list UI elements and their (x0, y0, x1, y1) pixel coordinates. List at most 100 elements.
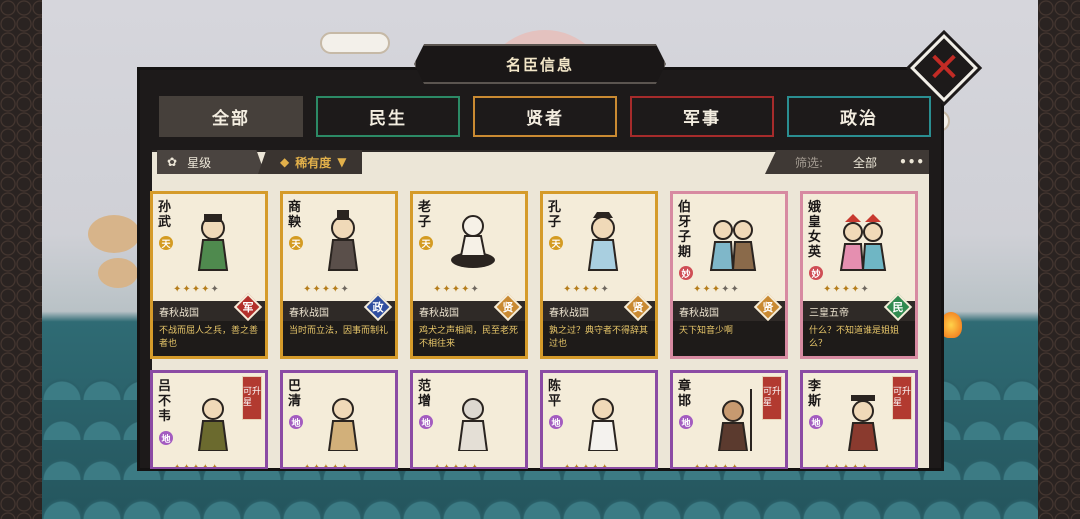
star-rating: ✦✦✦✦✦ (563, 284, 610, 295)
tab-sage[interactable]: 贤者 (473, 96, 617, 137)
star-rating: ✦✦✦✦✦ (303, 284, 350, 295)
rank-badge: 地 (549, 415, 563, 429)
type-label: 贤 (762, 301, 774, 314)
type-badge: 民 (883, 292, 913, 322)
wave-decoration (42, 480, 1038, 519)
tab-politics[interactable]: 政治 (787, 96, 931, 137)
rank-badge: 妙 (809, 266, 823, 280)
tab-livelihood[interactable]: 民生 (316, 96, 460, 137)
rank-badge: 天 (549, 236, 563, 250)
minister-name: 吕不韦 (158, 379, 172, 424)
star-rating: ✦✦✦✦✦ (173, 284, 220, 295)
minister-portrait (451, 215, 495, 268)
minister-name: 李斯 (808, 379, 822, 409)
rank-badge: 天 (159, 236, 173, 250)
rank-badge: 地 (419, 415, 433, 429)
star-rating: ✦✦✦✦✦ (693, 463, 740, 469)
minister-name: 娥皇女英 (808, 200, 822, 260)
type-badge: 贤 (493, 292, 523, 322)
cloud-decoration (320, 32, 390, 54)
minister-portrait (457, 398, 489, 451)
rank-badge: 天 (419, 236, 433, 250)
minister-quote: 不战而屈人之兵，善之善者也 (153, 321, 265, 356)
minister-card[interactable]: 章邯 地 可升星 ✦✦✦✦✦ (670, 370, 788, 469)
caret-down-icon: ▼ (337, 155, 347, 169)
type-badge: 贤 (753, 292, 783, 322)
minister-portrait (197, 398, 229, 451)
tab-all[interactable]: 全部 (159, 96, 303, 137)
type-label: 贤 (502, 301, 514, 314)
rank-badge: 妙 (679, 266, 693, 280)
minister-name: 陈平 (548, 379, 562, 409)
rank-badge: 地 (289, 415, 303, 429)
more-options-icon[interactable]: ••• (899, 155, 925, 169)
minister-card[interactable]: 商鞅 天 ✦✦✦✦✦ 春秋战国 政 当时而立法，因事而制礼 (280, 191, 398, 359)
minister-portrait (327, 210, 359, 271)
minister-card[interactable]: 吕不韦 地 可升星 ✦✦✦✦✦ (150, 370, 268, 469)
minister-card[interactable]: 老子 天 ✦✦✦✦✦ 春秋战国 贤 鸡犬之声相闻，民至老死不相往来 (410, 191, 528, 359)
minister-quote: 当时而立法，因事而制礼 (283, 321, 395, 356)
left-border (0, 0, 42, 519)
minister-portrait (709, 220, 757, 271)
island-decoration (98, 258, 138, 288)
minister-card[interactable]: 孙武 天 ✦✦✦✦✦ 春秋战国 军 不战而屈人之兵，善之善者也 (150, 191, 268, 359)
minister-card[interactable]: 孔子 天 ✦✦✦✦✦ 春秋战国 贤 孰之过？典守者不得辞其过也 (540, 191, 658, 359)
type-label: 政 (372, 301, 384, 314)
type-badge: 贤 (623, 292, 653, 322)
flower-icon: ✿ (167, 155, 178, 169)
sort-rarity-label: 稀有度 (295, 155, 332, 170)
tab-military[interactable]: 军事 (630, 96, 774, 137)
category-tabs: 全部 民生 贤者 军事 政治 (159, 96, 931, 137)
upgrade-available-tag: 可升星 (762, 376, 782, 420)
right-border (1038, 0, 1080, 519)
minister-portrait (587, 398, 619, 451)
rank-badge: 天 (289, 236, 303, 250)
minister-card[interactable]: 陈平 地 ✦✦✦✦✦ (540, 370, 658, 469)
diamond-icon: ◆ (280, 155, 290, 169)
filter-dropdown[interactable]: 筛选: 全部 ••• (765, 150, 929, 174)
star-rating: ✦✦✦✦✦ (173, 463, 220, 469)
panel-title: 名臣信息 (414, 44, 666, 84)
filter-value: 全部 (853, 155, 878, 170)
rank-badge: 地 (159, 431, 173, 445)
star-rating: ✦✦✦✦✦ (823, 463, 870, 469)
rank-badge: 地 (679, 415, 693, 429)
star-rating: ✦✦✦✦✦ (433, 463, 480, 469)
minister-card[interactable]: 伯牙子期 妙 ✦✦✦✦✦ 春秋战国 贤 天下知音少啊 (670, 191, 788, 359)
type-label: 贤 (632, 301, 644, 314)
type-badge: 政 (363, 292, 393, 322)
minister-name: 章邯 (678, 379, 692, 409)
close-button[interactable]: ✕ (908, 34, 980, 102)
island-decoration (88, 215, 140, 253)
type-badge: 军 (233, 292, 263, 322)
minister-portrait (587, 212, 619, 271)
star-rating: ✦✦✦✦✦ (433, 284, 480, 295)
upgrade-label: 可升星 (893, 387, 912, 408)
upgrade-available-tag: 可升星 (242, 376, 262, 420)
minister-portrait (847, 395, 879, 451)
minister-name: 商鞅 (288, 200, 302, 230)
sort-star-label: 星级 (187, 155, 212, 170)
minister-name: 老子 (418, 200, 432, 230)
star-rating: ✦✦✦✦✦ (823, 284, 870, 295)
minister-card[interactable]: 巴清 地 ✦✦✦✦✦ (280, 370, 398, 469)
minister-name: 伯牙子期 (678, 200, 692, 260)
upgrade-available-tag: 可升星 (892, 376, 912, 420)
minister-portrait (717, 389, 752, 451)
minister-quote: 天下知音少啊 (673, 321, 785, 356)
minister-name: 巴清 (288, 379, 302, 409)
minister-portrait (327, 398, 359, 451)
star-rating: ✦✦✦✦✦ (563, 463, 610, 469)
type-label: 民 (892, 301, 904, 314)
minister-card[interactable]: 范增 地 ✦✦✦✦✦ (410, 370, 528, 469)
minister-card[interactable]: 娥皇女英 妙 ✦✦✦✦✦ 三皇五帝 民 什么？不知道谁是姐姐么？ (800, 191, 918, 359)
sort-by-star-button[interactable]: ✿ 星级 (157, 150, 265, 174)
upgrade-label: 可升星 (243, 387, 262, 408)
minister-card[interactable]: 李斯 地 可升星 ✦✦✦✦✦ (800, 370, 918, 469)
sort-by-rarity-button[interactable]: ◆ 稀有度 ▼ (258, 150, 362, 174)
filter-label: 筛选: (795, 155, 824, 170)
minister-name: 范增 (418, 379, 432, 409)
star-rating: ✦✦✦✦✦ (303, 463, 350, 469)
minister-card-grid: 孙武 天 ✦✦✦✦✦ 春秋战国 军 不战而屈人之兵，善之善者也 商鞅 天 ✦✦✦… (150, 191, 920, 469)
minister-quote: 鸡犬之声相闻，民至老死不相往来 (413, 321, 525, 356)
